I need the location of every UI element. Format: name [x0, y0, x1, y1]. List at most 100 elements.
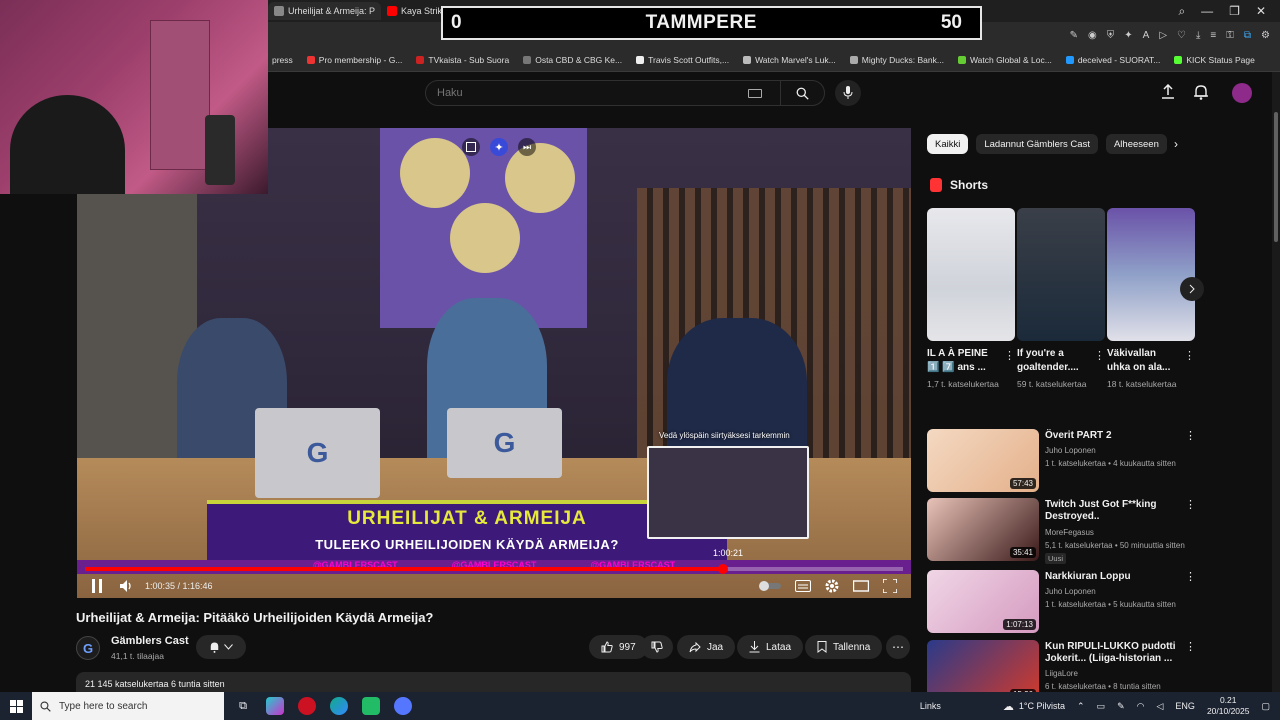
- more-options-icon[interactable]: ⋮: [1185, 570, 1196, 583]
- fullscreen-button[interactable]: [883, 579, 897, 593]
- autoplay-toggle[interactable]: [759, 581, 781, 591]
- bookmark-item[interactable]: KICK Status Page: [1174, 55, 1255, 65]
- pip-icon[interactable]: [462, 138, 480, 156]
- more-options-icon[interactable]: ⋮: [1094, 349, 1105, 362]
- link-icon: [957, 55, 966, 64]
- speaker-icon[interactable]: ◁: [1157, 701, 1164, 712]
- pause-button[interactable]: [91, 579, 103, 593]
- search-button[interactable]: [780, 81, 824, 105]
- recommendation-item[interactable]: 1:07:13 Narkkiuran Loppu Juho Loponen 1 …: [927, 570, 1197, 634]
- settings-button[interactable]: [825, 579, 839, 593]
- short-item[interactable]: If you're a goaltender.... 59 t. katselu…: [1017, 208, 1105, 390]
- maximize-icon[interactable]: ❐: [1229, 4, 1240, 19]
- download-button[interactable]: Lataa: [737, 635, 804, 659]
- app-icon[interactable]: [362, 697, 380, 715]
- bookmark-item[interactable]: deceived - SUORAT...: [1065, 55, 1160, 65]
- minimize-icon[interactable]: —: [1201, 4, 1213, 19]
- recommendation-item[interactable]: 35:41 Twitch Just Got F**king Destroyed.…: [927, 498, 1197, 564]
- bookmark-item[interactable]: TVkaista - Sub Suora: [416, 55, 509, 65]
- shorts-next-button[interactable]: [1180, 277, 1204, 301]
- like-button[interactable]: 997: [589, 635, 648, 659]
- chip-all[interactable]: Kaikki: [927, 134, 969, 154]
- skip-icon[interactable]: ⏭: [518, 138, 536, 156]
- translate-icon[interactable]: A: [1143, 30, 1150, 41]
- dislike-button[interactable]: [641, 635, 673, 659]
- theater-mode-button[interactable]: [853, 580, 869, 592]
- channel-name[interactable]: Gämblers Cast: [111, 635, 189, 647]
- tray-chevron-icon[interactable]: ⌃: [1077, 701, 1085, 712]
- discord-icon[interactable]: [394, 697, 412, 715]
- language-indicator[interactable]: ENG: [1175, 701, 1195, 711]
- taskbar-search[interactable]: Type here to search: [32, 692, 224, 720]
- menu-icon[interactable]: ≡: [1210, 30, 1216, 41]
- copilot-icon[interactable]: [266, 697, 284, 715]
- channel-avatar[interactable]: G: [76, 636, 100, 660]
- subscribed-bell-button[interactable]: [196, 635, 246, 659]
- short-item[interactable]: IL A À PEINE 1️⃣ 7️⃣ ans ... 1,7 t. kats…: [927, 208, 1015, 390]
- account-avatar[interactable]: [1232, 83, 1252, 103]
- chip-channel[interactable]: Ladannut Gämblers Cast: [976, 134, 1098, 154]
- chips-next-icon[interactable]: ›: [1174, 137, 1178, 151]
- bookmark-item[interactable]: press: [272, 55, 293, 65]
- upload-button[interactable]: [1161, 84, 1175, 100]
- search-tabs-icon[interactable]: ⌕: [1178, 4, 1185, 19]
- heart-icon[interactable]: ♡: [1177, 30, 1186, 41]
- more-options-icon[interactable]: ⋮: [1185, 498, 1196, 511]
- voice-search-button[interactable]: [835, 80, 861, 106]
- screenshot-icon[interactable]: ◉: [1088, 30, 1097, 41]
- close-icon[interactable]: ✕: [1256, 4, 1266, 19]
- recommendation-item[interactable]: 57:43 Överit PART 2 Juho Loponen 1 t. ka…: [927, 429, 1197, 493]
- keyboard-icon[interactable]: [748, 88, 762, 98]
- notifications-button[interactable]: [1194, 84, 1208, 100]
- link-icon: [743, 55, 752, 64]
- shield-icon[interactable]: ⛨: [1107, 30, 1115, 41]
- start-button[interactable]: [0, 692, 32, 720]
- search-input[interactable]: [426, 87, 748, 99]
- network-icon[interactable]: ▭: [1097, 701, 1106, 712]
- share-button[interactable]: Jaa: [677, 635, 736, 659]
- ai-sparkle-icon[interactable]: ✦: [490, 138, 508, 156]
- download-icon[interactable]: ⤓: [1196, 30, 1200, 41]
- notifications-icon[interactable]: ▢: [1261, 701, 1270, 712]
- scrollbar-thumb[interactable]: [1274, 112, 1278, 242]
- bookmark-item[interactable]: Travis Scott Outfits,...: [636, 55, 729, 65]
- lock-icon[interactable]: ⚿: [1226, 30, 1234, 41]
- upload-icon: [1162, 84, 1174, 99]
- edit-icon[interactable]: ✎: [1070, 30, 1078, 41]
- bookmark-item[interactable]: Osta CBD & CBG Ke...: [523, 55, 622, 65]
- settings-icon[interactable]: ⚙: [1261, 30, 1270, 41]
- links-toolbar[interactable]: Links: [920, 701, 941, 711]
- clock[interactable]: 0.21 20/10/2025: [1207, 695, 1250, 717]
- tab-urheilijat[interactable]: Urheilijat & Armeija: P: [268, 2, 382, 20]
- task-view-icon[interactable]: ⧉: [234, 697, 252, 715]
- bookmark-item[interactable]: Mighty Ducks: Bank...: [849, 55, 944, 65]
- video-player[interactable]: G G ✦ ⏭ URHEILIJAT & ARMEIJA TULEEKO URH…: [77, 128, 911, 598]
- more-options-icon[interactable]: ⋮: [1004, 349, 1015, 362]
- progress-scrubber[interactable]: [718, 564, 729, 574]
- play-icon[interactable]: ▷: [1159, 30, 1167, 41]
- progress-bar[interactable]: [85, 564, 903, 574]
- volume-button[interactable]: [119, 579, 133, 593]
- bookmark-item[interactable]: Pro membership - G...: [306, 55, 402, 65]
- edge-icon[interactable]: [330, 697, 348, 715]
- opera-icon[interactable]: [298, 697, 316, 715]
- pen-icon[interactable]: ✎: [1117, 701, 1125, 712]
- more-options-icon[interactable]: ⋮: [1185, 429, 1196, 442]
- extension-icon[interactable]: ✦: [1124, 30, 1132, 41]
- save-button[interactable]: Tallenna: [805, 635, 883, 659]
- search-box[interactable]: [425, 80, 825, 106]
- more-options-icon[interactable]: ⋮: [1185, 640, 1196, 653]
- bell-icon: [1194, 85, 1208, 100]
- short-item[interactable]: Väkivallan uhka on ala... 18 t. katseluk…: [1107, 208, 1195, 390]
- bookmark-item[interactable]: Watch Marvel's Luk...: [743, 55, 836, 65]
- page-scrollbar[interactable]: [1272, 72, 1280, 692]
- subtitles-button[interactable]: [795, 580, 811, 592]
- more-actions-button[interactable]: ⋯: [886, 635, 910, 659]
- bookmark-item[interactable]: Watch Global & Loc...: [957, 55, 1052, 65]
- webcam-overlay: [0, 0, 268, 194]
- sidebar-icon[interactable]: ⧉: [1244, 30, 1251, 41]
- weather-widget[interactable]: ☁ 1°C Pilvista: [1003, 700, 1065, 713]
- wifi-icon[interactable]: ◠: [1137, 701, 1145, 712]
- chip-related[interactable]: Alheeseen: [1105, 134, 1167, 154]
- more-options-icon[interactable]: ⋮: [1184, 349, 1195, 362]
